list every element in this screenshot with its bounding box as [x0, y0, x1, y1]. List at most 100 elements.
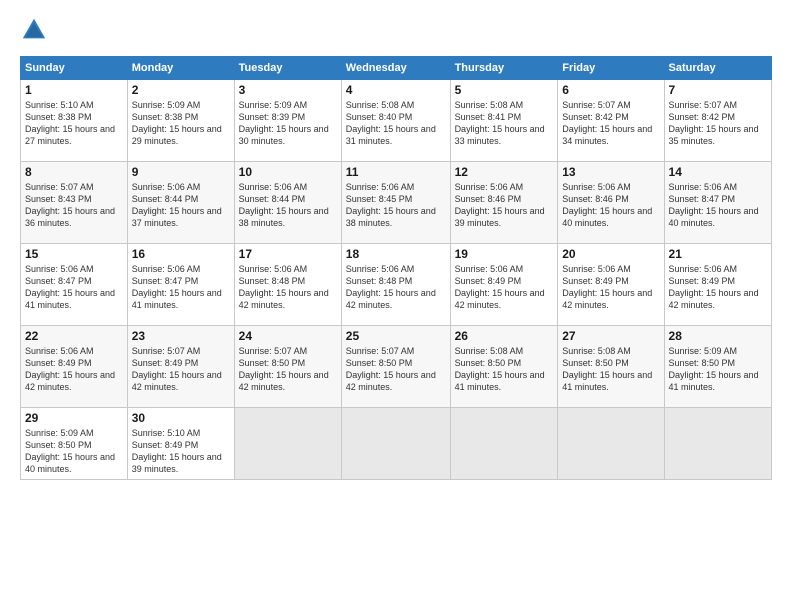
calendar-header-monday: Monday: [127, 57, 234, 80]
day-number: 30: [132, 411, 230, 425]
calendar-header-tuesday: Tuesday: [234, 57, 341, 80]
day-number: 13: [562, 165, 659, 179]
day-info: Sunrise: 5:06 AM Sunset: 8:46 PM Dayligh…: [455, 181, 554, 230]
day-info: Sunrise: 5:06 AM Sunset: 8:48 PM Dayligh…: [346, 263, 446, 312]
calendar-week-3: 22 Sunrise: 5:06 AM Sunset: 8:49 PM Dayl…: [21, 326, 772, 408]
day-info: Sunrise: 5:06 AM Sunset: 8:44 PM Dayligh…: [239, 181, 337, 230]
day-number: 23: [132, 329, 230, 343]
calendar-cell: 20 Sunrise: 5:06 AM Sunset: 8:49 PM Dayl…: [558, 244, 664, 326]
day-number: 5: [455, 83, 554, 97]
calendar-cell: 7 Sunrise: 5:07 AM Sunset: 8:42 PM Dayli…: [664, 80, 771, 162]
day-info: Sunrise: 5:06 AM Sunset: 8:49 PM Dayligh…: [25, 345, 123, 394]
day-number: 24: [239, 329, 337, 343]
day-info: Sunrise: 5:06 AM Sunset: 8:47 PM Dayligh…: [669, 181, 767, 230]
calendar-cell: 23 Sunrise: 5:07 AM Sunset: 8:49 PM Dayl…: [127, 326, 234, 408]
calendar-cell: 2 Sunrise: 5:09 AM Sunset: 8:38 PM Dayli…: [127, 80, 234, 162]
header: [20, 16, 772, 44]
day-number: 25: [346, 329, 446, 343]
calendar-cell: 24 Sunrise: 5:07 AM Sunset: 8:50 PM Dayl…: [234, 326, 341, 408]
calendar-cell: [664, 408, 771, 480]
day-number: 20: [562, 247, 659, 261]
calendar-cell: [234, 408, 341, 480]
day-number: 28: [669, 329, 767, 343]
day-info: Sunrise: 5:09 AM Sunset: 8:38 PM Dayligh…: [132, 99, 230, 148]
day-info: Sunrise: 5:09 AM Sunset: 8:39 PM Dayligh…: [239, 99, 337, 148]
day-number: 7: [669, 83, 767, 97]
calendar-cell: [450, 408, 558, 480]
calendar-cell: [341, 408, 450, 480]
calendar-cell: [558, 408, 664, 480]
day-info: Sunrise: 5:06 AM Sunset: 8:49 PM Dayligh…: [669, 263, 767, 312]
day-number: 19: [455, 247, 554, 261]
calendar-cell: 14 Sunrise: 5:06 AM Sunset: 8:47 PM Dayl…: [664, 162, 771, 244]
day-info: Sunrise: 5:08 AM Sunset: 8:50 PM Dayligh…: [562, 345, 659, 394]
day-info: Sunrise: 5:06 AM Sunset: 8:49 PM Dayligh…: [455, 263, 554, 312]
calendar-cell: 10 Sunrise: 5:06 AM Sunset: 8:44 PM Dayl…: [234, 162, 341, 244]
calendar-header-friday: Friday: [558, 57, 664, 80]
day-number: 16: [132, 247, 230, 261]
calendar-cell: 4 Sunrise: 5:08 AM Sunset: 8:40 PM Dayli…: [341, 80, 450, 162]
calendar-table: SundayMondayTuesdayWednesdayThursdayFrid…: [20, 56, 772, 480]
calendar-header-thursday: Thursday: [450, 57, 558, 80]
page: SundayMondayTuesdayWednesdayThursdayFrid…: [0, 0, 792, 612]
day-number: 29: [25, 411, 123, 425]
day-info: Sunrise: 5:07 AM Sunset: 8:50 PM Dayligh…: [239, 345, 337, 394]
calendar-cell: 11 Sunrise: 5:06 AM Sunset: 8:45 PM Dayl…: [341, 162, 450, 244]
day-number: 22: [25, 329, 123, 343]
logo: [20, 16, 54, 44]
day-info: Sunrise: 5:08 AM Sunset: 8:50 PM Dayligh…: [455, 345, 554, 394]
day-info: Sunrise: 5:07 AM Sunset: 8:49 PM Dayligh…: [132, 345, 230, 394]
calendar-cell: 5 Sunrise: 5:08 AM Sunset: 8:41 PM Dayli…: [450, 80, 558, 162]
day-info: Sunrise: 5:06 AM Sunset: 8:49 PM Dayligh…: [562, 263, 659, 312]
day-info: Sunrise: 5:10 AM Sunset: 8:38 PM Dayligh…: [25, 99, 123, 148]
day-info: Sunrise: 5:09 AM Sunset: 8:50 PM Dayligh…: [669, 345, 767, 394]
calendar-cell: 29 Sunrise: 5:09 AM Sunset: 8:50 PM Dayl…: [21, 408, 128, 480]
calendar-cell: 15 Sunrise: 5:06 AM Sunset: 8:47 PM Dayl…: [21, 244, 128, 326]
day-info: Sunrise: 5:06 AM Sunset: 8:44 PM Dayligh…: [132, 181, 230, 230]
day-number: 6: [562, 83, 659, 97]
day-info: Sunrise: 5:10 AM Sunset: 8:49 PM Dayligh…: [132, 427, 230, 476]
calendar-cell: 28 Sunrise: 5:09 AM Sunset: 8:50 PM Dayl…: [664, 326, 771, 408]
calendar-cell: 26 Sunrise: 5:08 AM Sunset: 8:50 PM Dayl…: [450, 326, 558, 408]
calendar-cell: 16 Sunrise: 5:06 AM Sunset: 8:47 PM Dayl…: [127, 244, 234, 326]
day-info: Sunrise: 5:09 AM Sunset: 8:50 PM Dayligh…: [25, 427, 123, 476]
day-info: Sunrise: 5:06 AM Sunset: 8:48 PM Dayligh…: [239, 263, 337, 312]
calendar-week-0: 1 Sunrise: 5:10 AM Sunset: 8:38 PM Dayli…: [21, 80, 772, 162]
calendar-cell: 12 Sunrise: 5:06 AM Sunset: 8:46 PM Dayl…: [450, 162, 558, 244]
day-info: Sunrise: 5:08 AM Sunset: 8:40 PM Dayligh…: [346, 99, 446, 148]
calendar-cell: 22 Sunrise: 5:06 AM Sunset: 8:49 PM Dayl…: [21, 326, 128, 408]
day-info: Sunrise: 5:07 AM Sunset: 8:50 PM Dayligh…: [346, 345, 446, 394]
calendar-header-row: SundayMondayTuesdayWednesdayThursdayFrid…: [21, 57, 772, 80]
calendar-week-2: 15 Sunrise: 5:06 AM Sunset: 8:47 PM Dayl…: [21, 244, 772, 326]
day-number: 4: [346, 83, 446, 97]
day-number: 11: [346, 165, 446, 179]
calendar-cell: 17 Sunrise: 5:06 AM Sunset: 8:48 PM Dayl…: [234, 244, 341, 326]
day-number: 3: [239, 83, 337, 97]
day-number: 17: [239, 247, 337, 261]
calendar-cell: 25 Sunrise: 5:07 AM Sunset: 8:50 PM Dayl…: [341, 326, 450, 408]
calendar-cell: 6 Sunrise: 5:07 AM Sunset: 8:42 PM Dayli…: [558, 80, 664, 162]
calendar-cell: 1 Sunrise: 5:10 AM Sunset: 8:38 PM Dayli…: [21, 80, 128, 162]
day-number: 15: [25, 247, 123, 261]
day-number: 14: [669, 165, 767, 179]
day-number: 9: [132, 165, 230, 179]
day-info: Sunrise: 5:06 AM Sunset: 8:47 PM Dayligh…: [132, 263, 230, 312]
day-number: 27: [562, 329, 659, 343]
day-number: 26: [455, 329, 554, 343]
day-number: 21: [669, 247, 767, 261]
day-info: Sunrise: 5:06 AM Sunset: 8:47 PM Dayligh…: [25, 263, 123, 312]
day-number: 1: [25, 83, 123, 97]
calendar-cell: 9 Sunrise: 5:06 AM Sunset: 8:44 PM Dayli…: [127, 162, 234, 244]
day-info: Sunrise: 5:07 AM Sunset: 8:42 PM Dayligh…: [562, 99, 659, 148]
calendar-week-1: 8 Sunrise: 5:07 AM Sunset: 8:43 PM Dayli…: [21, 162, 772, 244]
day-number: 8: [25, 165, 123, 179]
day-number: 10: [239, 165, 337, 179]
calendar-cell: 21 Sunrise: 5:06 AM Sunset: 8:49 PM Dayl…: [664, 244, 771, 326]
calendar-week-4: 29 Sunrise: 5:09 AM Sunset: 8:50 PM Dayl…: [21, 408, 772, 480]
day-info: Sunrise: 5:07 AM Sunset: 8:43 PM Dayligh…: [25, 181, 123, 230]
day-info: Sunrise: 5:07 AM Sunset: 8:42 PM Dayligh…: [669, 99, 767, 148]
calendar-cell: 8 Sunrise: 5:07 AM Sunset: 8:43 PM Dayli…: [21, 162, 128, 244]
calendar-header-saturday: Saturday: [664, 57, 771, 80]
day-info: Sunrise: 5:06 AM Sunset: 8:46 PM Dayligh…: [562, 181, 659, 230]
calendar-header-wednesday: Wednesday: [341, 57, 450, 80]
